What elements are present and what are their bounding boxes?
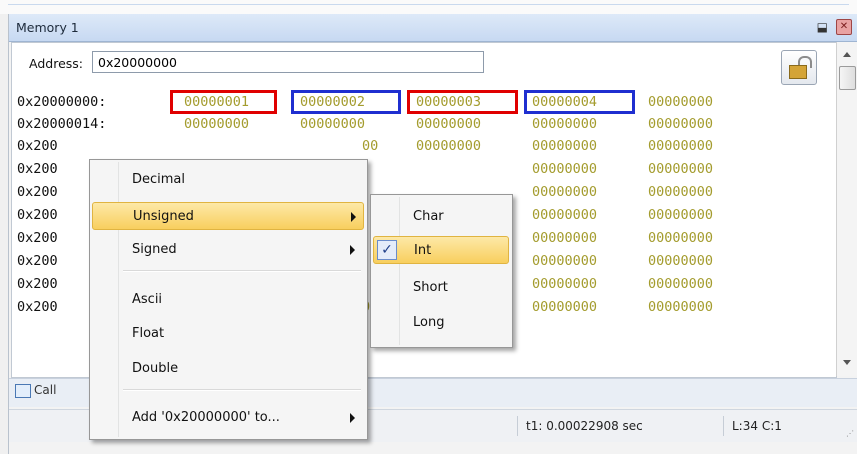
- memory-cell[interactable]: 00000000: [648, 299, 713, 315]
- memory-cell[interactable]: 00000000: [648, 207, 713, 223]
- row-address: 0x200: [17, 276, 58, 292]
- menu-item-float[interactable]: Float: [92, 320, 364, 348]
- menu-item-label: Add '0x20000000' to...: [132, 410, 280, 425]
- submenu-arrow-icon: [350, 413, 355, 423]
- memory-cell[interactable]: 00000000: [184, 116, 249, 132]
- top-strip: [0, 0, 857, 14]
- memory-cell[interactable]: 00000000: [648, 230, 713, 246]
- highlight-box-blue: [291, 90, 401, 114]
- menu-item-decimal[interactable]: Decimal: [92, 166, 364, 194]
- tab-call-label: Call: [34, 383, 57, 397]
- row-address: 0x200: [17, 207, 58, 223]
- menu-item-short[interactable]: Short: [373, 274, 509, 302]
- menu-item-label: Unsigned: [133, 209, 194, 224]
- address-input[interactable]: [92, 51, 484, 73]
- memory-cell[interactable]: 00000000: [532, 230, 597, 246]
- resize-grip-icon[interactable]: ⋰: [846, 429, 854, 438]
- menu-item-label: Long: [413, 315, 445, 330]
- call-stack-icon: [15, 383, 31, 398]
- menu-item-label: Int: [414, 243, 432, 258]
- row-address: 0x200: [17, 138, 58, 154]
- highlight-box-red: [170, 90, 277, 114]
- memory-row[interactable]: 0x200 00 00000000 00000000 00000000: [17, 136, 713, 158]
- lock-icon: [789, 65, 807, 79]
- memory-cell[interactable]: 00000000: [532, 276, 597, 292]
- window-titlebar: Memory 1 ⬓ ✕: [9, 14, 857, 42]
- memory-cell[interactable]: 00000000: [648, 161, 713, 177]
- row-address: 0x200: [17, 253, 58, 269]
- status-time: t1: 0.00022908 sec: [517, 416, 722, 436]
- memory-cell[interactable]: 00000000: [416, 138, 481, 154]
- memory-cell[interactable]: 00000000: [648, 276, 713, 292]
- menu-item-label: Char: [413, 209, 444, 224]
- lock-button[interactable]: [781, 50, 817, 85]
- memory-cell[interactable]: 00000000: [532, 299, 597, 315]
- memory-cell[interactable]: 00000000: [532, 116, 597, 132]
- menu-item-ascii[interactable]: Ascii: [92, 286, 364, 314]
- row-address: 0x200: [17, 230, 58, 246]
- window-title: Memory 1: [16, 20, 79, 35]
- menu-separator: [123, 389, 361, 391]
- memory-row[interactable]: 0x200 00000000 00000000: [17, 182, 713, 204]
- row-address: 0x200: [17, 161, 58, 177]
- row-address: 0x200: [17, 184, 58, 200]
- memory-row[interactable]: 0x20000014: 00000000 00000000 00000000 0…: [17, 114, 713, 136]
- memory-row[interactable]: 0x200 00000000 00000000: [17, 274, 713, 296]
- highlight-box-red: [407, 90, 518, 114]
- submenu-arrow-icon: [351, 212, 356, 222]
- memory-row[interactable]: 0x200 00000000 00000000: [17, 251, 713, 273]
- row-address: 0x200: [17, 299, 58, 315]
- memory-cell[interactable]: 00000000: [532, 207, 597, 223]
- memory-cell[interactable]: 00000000: [648, 116, 713, 132]
- row-address: 0x20000000:: [17, 94, 107, 110]
- menu-separator: [123, 270, 361, 272]
- submenu-arrow-icon: [350, 245, 355, 255]
- memory-cell[interactable]: 00000000: [648, 253, 713, 269]
- close-icon[interactable]: ✕: [836, 19, 852, 35]
- menu-item-label: Signed: [132, 242, 177, 257]
- row-address: 0x20000014:: [17, 116, 107, 132]
- memory-cell[interactable]: 00000000: [648, 138, 713, 154]
- address-label: Address:: [29, 56, 83, 71]
- menu-item-label: Ascii: [132, 292, 163, 307]
- context-menu: Decimal Unsigned Signed Ascii Float Doub…: [89, 159, 368, 440]
- menu-item-add-to[interactable]: Add '0x20000000' to...: [92, 404, 364, 432]
- memory-row[interactable]: 0x200 00000000 00000000: [17, 159, 713, 181]
- vertical-scrollbar[interactable]: [836, 42, 857, 376]
- menu-item-unsigned[interactable]: Unsigned: [92, 202, 364, 230]
- memory-cell[interactable]: 00000000: [532, 253, 597, 269]
- highlight-box-blue: [524, 90, 635, 114]
- memory-cell[interactable]: 00000000: [416, 116, 481, 132]
- memory-row[interactable]: 0x200 00 00000000 00000000 00000000: [17, 297, 713, 319]
- memory-cell[interactable]: 00: [362, 138, 378, 154]
- menu-item-double[interactable]: Double: [92, 355, 364, 383]
- menu-item-signed[interactable]: Signed: [92, 236, 364, 264]
- unsigned-submenu: Char ✓ Int Short Long: [370, 194, 513, 348]
- memory-cell[interactable]: 00000000: [648, 184, 713, 200]
- memory-cell[interactable]: 00000000: [648, 94, 713, 110]
- memory-cell[interactable]: 00000000: [532, 161, 597, 177]
- pin-icon[interactable]: ⬓: [817, 20, 828, 34]
- memory-row[interactable]: 0x200 00000000 00000000: [17, 205, 713, 227]
- menu-item-long[interactable]: Long: [373, 309, 509, 337]
- scroll-down-icon[interactable]: [843, 360, 851, 365]
- menu-item-char[interactable]: Char: [373, 203, 509, 231]
- status-position: L:34 C:1: [723, 416, 832, 436]
- scroll-thumb[interactable]: [839, 66, 856, 90]
- menu-item-label: Short: [413, 280, 448, 295]
- menu-item-label: Double: [132, 361, 179, 376]
- memory-cell[interactable]: 00000000: [532, 184, 597, 200]
- memory-row[interactable]: 0x200 00000000 00000000: [17, 228, 713, 250]
- memory-cell[interactable]: 00000000: [532, 138, 597, 154]
- memory-cell[interactable]: 00000000: [300, 116, 365, 132]
- menu-item-label: Float: [132, 326, 165, 341]
- checkmark-icon: ✓: [377, 240, 397, 260]
- scroll-up-icon[interactable]: [843, 52, 851, 57]
- tab-call-stack[interactable]: Call: [15, 383, 56, 398]
- memory-row[interactable]: 0x20000000: 00000001 00000002 00000003 0…: [17, 92, 713, 114]
- menu-item-int[interactable]: ✓ Int: [373, 236, 509, 264]
- menu-item-label: Decimal: [132, 172, 186, 187]
